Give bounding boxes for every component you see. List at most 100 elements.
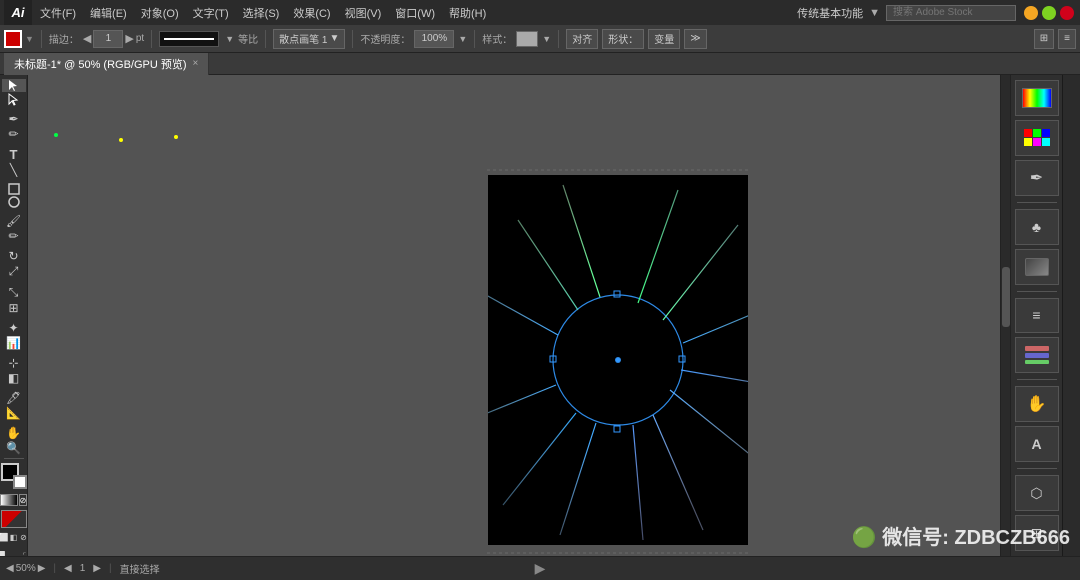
shape-button[interactable]: 形状：	[602, 29, 644, 49]
background-color[interactable]	[13, 475, 27, 489]
tool-zoom[interactable]: 🔍	[2, 441, 26, 455]
normal-mode-btn[interactable]	[0, 494, 18, 506]
panel-color[interactable]	[1015, 80, 1059, 116]
vertical-scrollbar[interactable]	[1000, 75, 1010, 556]
artboard	[488, 175, 748, 545]
menu-button[interactable]: ≡	[1058, 29, 1076, 49]
menu-object[interactable]: 对象(O)	[135, 3, 185, 23]
status-sep-1: |	[53, 563, 56, 574]
close-button[interactable]	[1060, 6, 1074, 20]
grid-view-button[interactable]: ⊞	[1034, 29, 1054, 49]
brush-selector[interactable]: 散点画笔 1 ▼	[273, 29, 345, 49]
menu-items: 文件(F) 编辑(E) 对象(O) 文字(T) 选择(S) 效果(C) 视图(V…	[34, 3, 492, 23]
tool-ellipse[interactable]	[2, 196, 26, 208]
next-page-btn[interactable]: ▶	[93, 563, 101, 574]
tool-select[interactable]	[2, 79, 26, 92]
tool-gradient[interactable]: ◧	[2, 371, 26, 385]
tool-symbol-spray[interactable]: ✦	[2, 321, 26, 335]
stroke-width-group: ◀ ▶ pt	[83, 30, 144, 48]
menu-window[interactable]: 窗口(W)	[389, 3, 441, 23]
panel-hands[interactable]: ✋	[1015, 386, 1059, 422]
menu-view[interactable]: 视图(V)	[339, 3, 388, 23]
tool-line[interactable]: ╲	[2, 163, 26, 177]
maximize-button[interactable]	[1042, 6, 1056, 20]
menu-help[interactable]: 帮助(H)	[443, 3, 492, 23]
full-screen-btn[interactable]: ⛶	[15, 545, 29, 556]
status-bar: ◀ 50% ▶ | ◀ 1 ▶ | 直接选择 ▶	[0, 556, 1080, 580]
menu-file[interactable]: 文件(F)	[34, 3, 82, 23]
panel-grid[interactable]: ⊞	[1015, 515, 1059, 551]
opacity-input[interactable]	[414, 30, 454, 48]
scrollbar-thumb[interactable]	[1002, 267, 1010, 327]
zoom-control: ◀ 50% ▶	[6, 563, 45, 574]
minimize-button[interactable]	[1024, 6, 1038, 20]
tool-column-graph[interactable]: 📊	[2, 336, 26, 350]
align-button[interactable]: 对齐	[566, 29, 598, 49]
canvas-area[interactable]	[28, 75, 1010, 556]
playback-controls: ▶	[535, 560, 546, 577]
tool-brush[interactable]: 🖌	[2, 214, 26, 228]
opacity-dropdown-icon[interactable]: ▼	[458, 34, 467, 44]
tool-hand[interactable]: ✋	[2, 426, 26, 440]
app-logo: Ai	[4, 0, 32, 25]
zoom-out-btn[interactable]: ◀	[6, 563, 14, 574]
stroke-width-inc[interactable]: ▶	[125, 32, 133, 45]
none-view-btn[interactable]: ⊘	[20, 533, 28, 541]
tool-free-transform[interactable]: ⊞	[2, 301, 26, 315]
panel-layers[interactable]	[1015, 337, 1059, 373]
tool-measure[interactable]: 📐	[2, 406, 26, 420]
workspace-label[interactable]: 传统基本功能	[797, 5, 863, 21]
tab-close-button[interactable]: ×	[193, 58, 199, 69]
panel-brushes[interactable]: ✒	[1015, 160, 1059, 196]
stroke-width-dec[interactable]: ◀	[83, 32, 91, 45]
tab-label: 未标题-1* @ 50% (RGB/GPU 预览)	[14, 56, 187, 72]
normal-screen-btn[interactable]: ⬜	[0, 545, 13, 556]
stock-search-input[interactable]	[886, 5, 1016, 21]
sep1	[41, 30, 42, 48]
color-swatches: ⊘ ⬜ ◧ ⊘ ⬜ ⛶	[0, 456, 28, 556]
stroke-ratio-arrow[interactable]: ▼	[225, 34, 234, 44]
stroke-color-swatch[interactable]	[4, 30, 22, 48]
page-number: 1	[80, 563, 86, 574]
tool-scale[interactable]: ⤢	[2, 264, 26, 279]
tool-direct-select[interactable]	[2, 93, 26, 106]
zoom-in-btn[interactable]: ▶	[38, 563, 46, 574]
transform-button[interactable]: 变量	[648, 29, 680, 49]
more-button[interactable]: ≫	[684, 29, 706, 49]
tool-warp[interactable]: ⤡	[2, 285, 26, 300]
tool-blob-brush[interactable]: ✏	[2, 229, 26, 243]
style-preview[interactable]	[516, 31, 538, 47]
sep3	[265, 30, 266, 48]
panel-swatches[interactable]	[1015, 120, 1059, 156]
tool-pen[interactable]: ✒	[2, 112, 26, 126]
left-tools-panel: ✒ ✏ T ╲ 🖌 ✏ ↻ ⤢ ⤡ ⊞ ✦ 📊 ⊹ ◧ 🖋 📐 ✋ 🔍	[0, 75, 28, 556]
menu-edit[interactable]: 编辑(E)	[84, 3, 133, 23]
tool-rect[interactable]	[2, 183, 26, 195]
fill-view-btn[interactable]: ⬜	[0, 533, 8, 541]
panel-graphic-styles[interactable]	[1015, 249, 1059, 285]
menu-effect[interactable]: 效果(C)	[287, 3, 336, 23]
fg-color-swatch-large[interactable]	[1, 510, 27, 528]
stroke-width-input[interactable]	[93, 30, 123, 48]
panel-external-link[interactable]: ⬡	[1015, 475, 1059, 511]
style-dropdown-icon[interactable]: ▼	[542, 34, 551, 44]
panel-appearance[interactable]: ≡	[1015, 298, 1059, 334]
play-btn[interactable]: ▶	[535, 560, 546, 577]
tool-eyedropper[interactable]: 🖋	[2, 391, 26, 405]
workspace-dropdown-icon[interactable]: ▼	[869, 7, 880, 19]
prev-page-btn[interactable]: ◀	[64, 563, 72, 574]
zoom-value: 50%	[16, 563, 36, 574]
tool-mesh[interactable]: ⊹	[2, 356, 26, 370]
menu-select[interactable]: 选择(S)	[237, 3, 286, 23]
panel-type[interactable]: A	[1015, 426, 1059, 462]
menu-text[interactable]: 文字(T)	[187, 3, 235, 23]
brush-dropdown-icon: ▼	[329, 33, 339, 44]
tool-rotate[interactable]: ↻	[2, 249, 26, 263]
stroke-view-btn[interactable]: ◧	[10, 533, 18, 541]
none-fill-btn[interactable]: ⊘	[19, 494, 27, 506]
tool-type[interactable]: T	[2, 147, 26, 162]
panel-symbols[interactable]: ♣	[1015, 209, 1059, 245]
tool-pencil[interactable]: ✏	[2, 127, 26, 141]
document-tab[interactable]: 未标题-1* @ 50% (RGB/GPU 预览) ×	[4, 53, 209, 75]
stroke-swatch-arrow[interactable]: ▼	[25, 34, 34, 44]
